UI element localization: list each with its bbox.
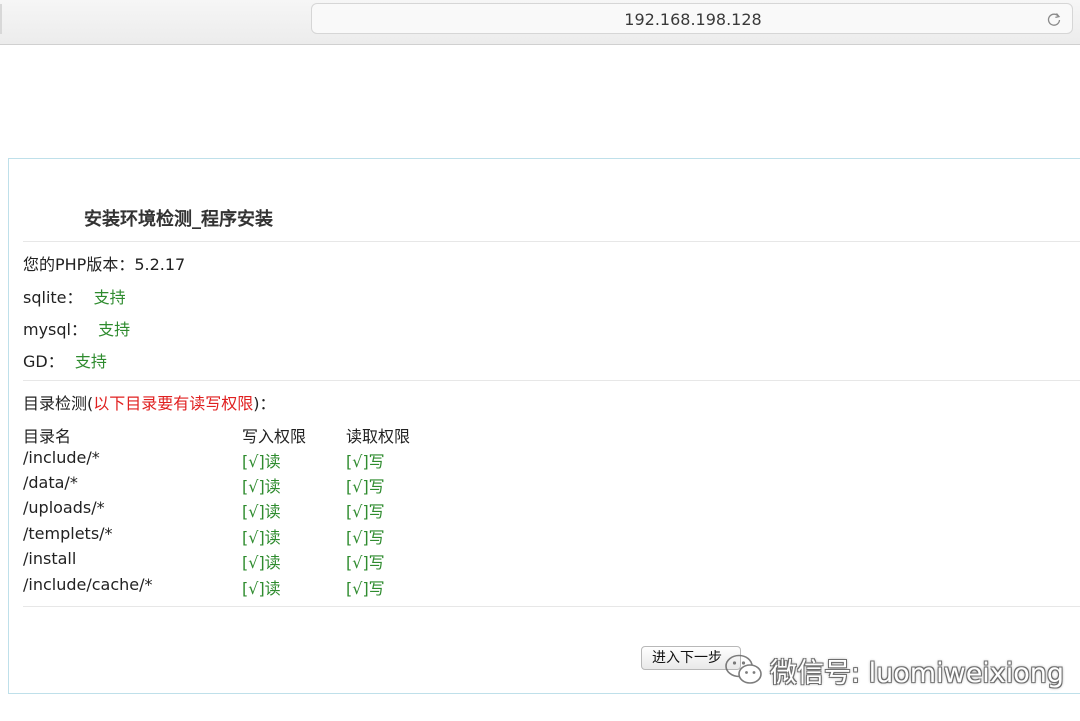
write-status: [√]读 [242,528,281,547]
divider [23,380,1080,381]
divider [23,606,1080,607]
wechat-watermark: 微信号: luomiweixiong [724,650,1064,690]
address-bar[interactable]: 192.168.198.128 [311,3,1073,34]
dir-name: /include/cache/* [23,575,153,594]
mysql-label: mysql： [23,320,87,339]
write-status: [√]读 [242,579,281,598]
gd-row: GD： 支持 [23,348,107,372]
dir-name: /templets/* [23,524,113,543]
read-status: [√]写 [346,477,385,496]
sqlite-status: 支持 [93,288,126,307]
read-status: [√]写 [346,553,385,572]
write-status: [√]读 [242,502,281,521]
header-read-permission: 读取权限 [346,427,411,446]
dir-check-heading: 目录检测(以下目录要有读写权限)： [23,390,276,414]
install-panel: 安装环境检测_程序安装 您的PHP版本：5.2.17 sqlite： 支持 my… [8,158,1080,694]
write-status: [√]读 [242,477,281,496]
divider [23,241,1080,242]
sqlite-row: sqlite： 支持 [23,284,126,308]
php-version-label: 您的PHP版本： [23,255,135,274]
read-status: [√]写 [346,502,385,521]
mysql-status: 支持 [98,320,131,339]
address-text[interactable]: 192.168.198.128 [312,4,1074,35]
dir-name: /data/* [23,473,78,492]
write-status: [√]读 [242,553,281,572]
browser-toolbar: 192.168.198.128 [0,0,1080,45]
dir-name: /install [23,549,77,568]
gd-label: GD： [23,352,64,371]
sqlite-label: sqlite： [23,288,83,307]
read-status: [√]写 [346,528,385,547]
wechat-logo-icon [725,654,762,684]
dir-check-suffix: )： [253,394,276,413]
dir-check-prefix: 目录检测( [23,394,94,413]
read-status: [√]写 [346,452,385,471]
write-status: [√]读 [242,452,281,471]
page-title: 安装环境检测_程序安装 [84,209,273,230]
mysql-row: mysql： 支持 [23,316,130,340]
header-dir-name: 目录名 [23,427,72,446]
php-version-row: 您的PHP版本：5.2.17 [23,251,185,275]
php-version-value: 5.2.17 [134,255,186,274]
reload-icon[interactable] [1046,11,1062,27]
dir-name: /include/* [23,448,100,467]
watermark-text: 微信号: luomiweixiong [770,657,1065,689]
read-status: [√]写 [346,579,385,598]
dir-name: /uploads/* [23,498,105,517]
header-write-permission: 写入权限 [242,427,307,446]
toolbar-edge [0,4,2,34]
dir-check-warning: 以下目录要有读写权限 [93,394,254,413]
gd-status: 支持 [74,352,107,371]
